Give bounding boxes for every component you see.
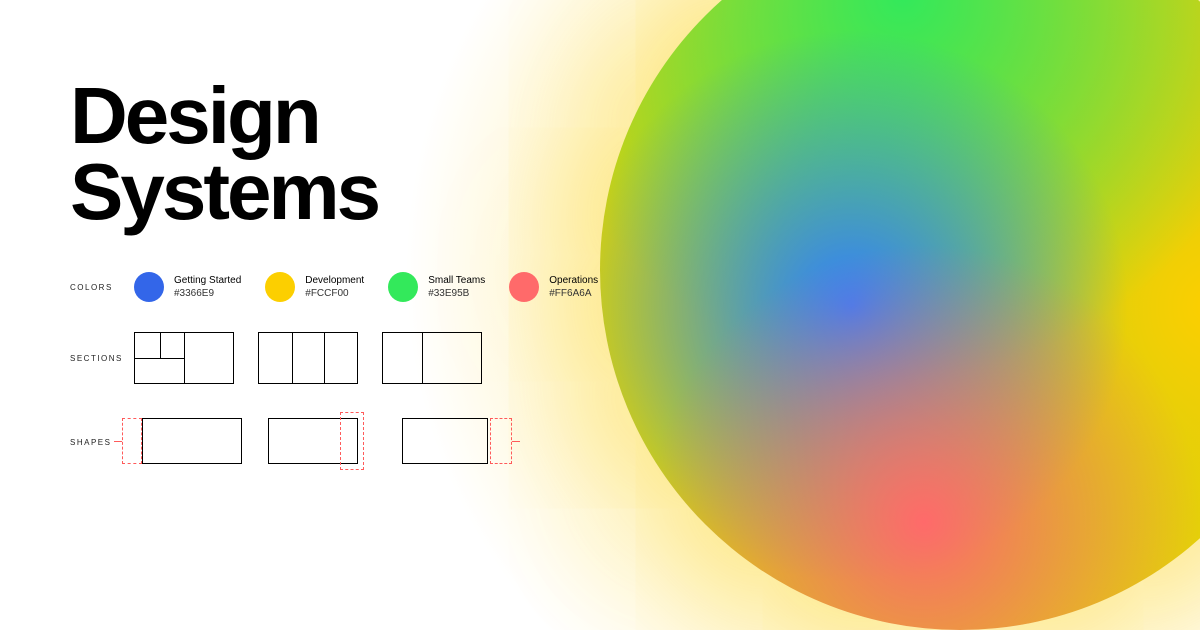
dot-icon bbox=[509, 272, 539, 302]
shapes-row: SHAPES bbox=[70, 414, 670, 470]
swatch-name: Development bbox=[305, 274, 364, 288]
swatch-list: Getting Started #3366E9 Development #FCC… bbox=[134, 272, 598, 302]
title-line-2: Systems bbox=[70, 147, 378, 236]
swatch-hex: #FCCF00 bbox=[305, 287, 364, 301]
swatch-name: Operations bbox=[549, 274, 598, 288]
swatch-small-teams: Small Teams #33E95B bbox=[388, 272, 485, 302]
swatch-text: Getting Started #3366E9 bbox=[174, 274, 241, 301]
colors-label: COLORS bbox=[70, 283, 134, 292]
sections-row: SECTIONS bbox=[70, 332, 670, 384]
swatch-text: Development #FCCF00 bbox=[305, 274, 364, 301]
gradient-sphere bbox=[600, 0, 1200, 630]
swatch-hex: #3366E9 bbox=[174, 287, 241, 301]
dot-icon bbox=[388, 272, 418, 302]
shape-icon bbox=[268, 414, 376, 470]
dot-icon bbox=[265, 272, 295, 302]
wireframe-icon bbox=[258, 332, 358, 384]
swatch-text: Operations #FF6A6A bbox=[549, 274, 598, 301]
dot-icon bbox=[134, 272, 164, 302]
swatch-operations: Operations #FF6A6A bbox=[509, 272, 598, 302]
content-column: Design Systems COLORS Getting Started #3… bbox=[70, 78, 670, 470]
swatch-name: Small Teams bbox=[428, 274, 485, 288]
swatch-hex: #FF6A6A bbox=[549, 287, 598, 301]
design-systems-card: Design Systems COLORS Getting Started #3… bbox=[0, 0, 1200, 630]
shape-icon bbox=[134, 414, 242, 470]
swatch-development: Development #FCCF00 bbox=[265, 272, 364, 302]
shapes-wireframes bbox=[134, 414, 510, 470]
swatch-getting-started: Getting Started #3366E9 bbox=[134, 272, 241, 302]
sections-wireframes bbox=[134, 332, 482, 384]
wireframe-icon bbox=[134, 332, 234, 384]
swatch-text: Small Teams #33E95B bbox=[428, 274, 485, 301]
colors-row: COLORS Getting Started #3366E9 Developme… bbox=[70, 272, 670, 302]
swatch-hex: #33E95B bbox=[428, 287, 485, 301]
wireframe-icon bbox=[382, 332, 482, 384]
sections-label: SECTIONS bbox=[70, 354, 134, 363]
swatch-name: Getting Started bbox=[174, 274, 241, 288]
page-title: Design Systems bbox=[70, 78, 670, 230]
shape-icon bbox=[402, 414, 510, 470]
